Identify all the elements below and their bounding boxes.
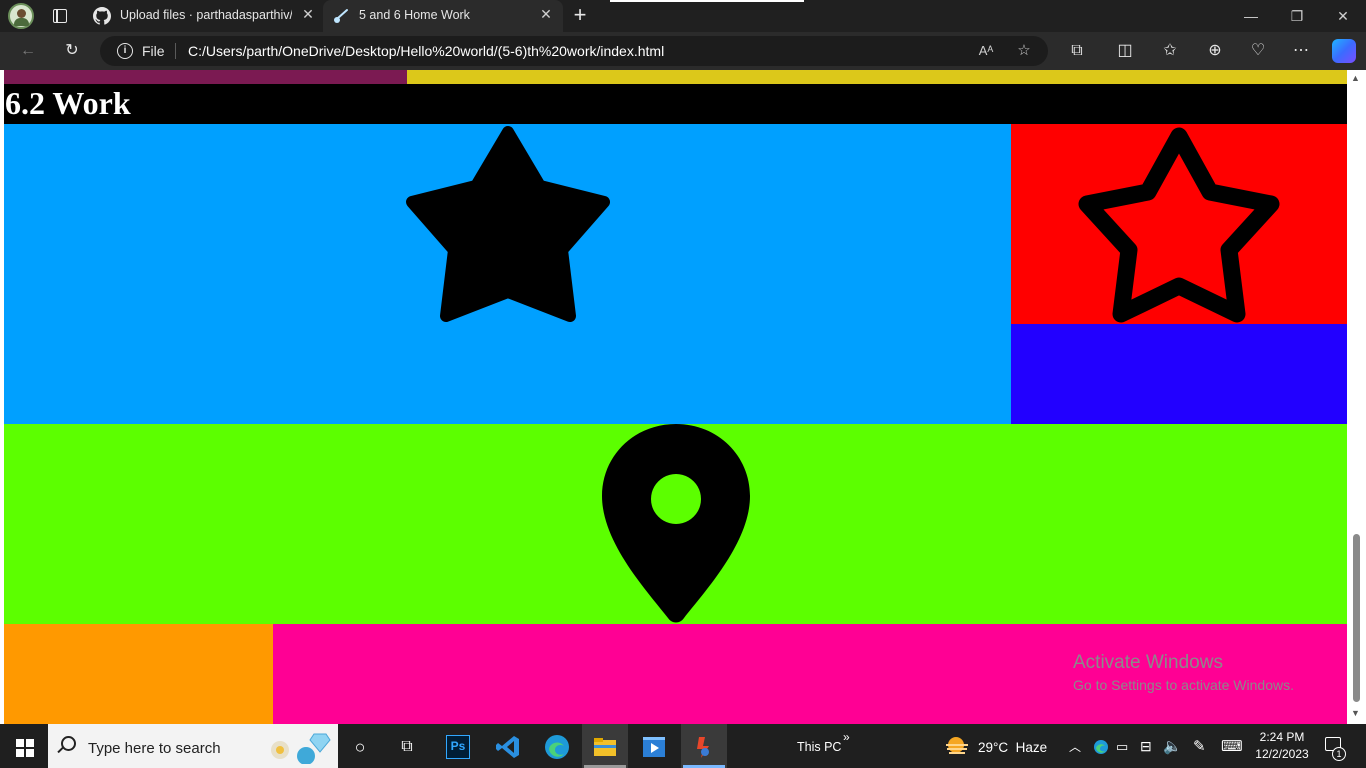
taskbar-search-box[interactable]: Type here to search — [48, 724, 338, 768]
activation-watermark-subtitle: Go to Settings to activate Windows. — [1073, 677, 1294, 693]
close-tab-icon[interactable]: ✕ — [300, 6, 316, 22]
search-highlight-art-icon — [271, 733, 331, 764]
orange-block — [4, 624, 273, 724]
favorites-icon[interactable]: ✩ — [1160, 41, 1180, 61]
extensions-icon[interactable]: ⧉ — [1067, 41, 1087, 61]
search-placeholder: Type here to search — [88, 740, 221, 757]
location-pin-icon — [602, 424, 750, 623]
cortana-icon[interactable]: ○ — [347, 734, 373, 760]
media-app-icon[interactable] — [641, 734, 667, 760]
red-block — [1011, 124, 1347, 324]
navigation-bar: ← ↻ i File C:/Users/parth/OneDrive/Deskt… — [0, 32, 1366, 70]
clock[interactable]: 2:24 PM 12/2/2023 — [1250, 729, 1314, 763]
indigo-block — [1011, 324, 1347, 424]
vertical-scrollbar[interactable]: ▲ ▼ — [1347, 70, 1366, 724]
favorite-star-icon[interactable]: ☆ — [1014, 42, 1034, 60]
scheme-label: File — [142, 43, 165, 59]
collections-icon[interactable]: ⊕ — [1205, 41, 1225, 61]
heading-bar: 6.2 Work — [4, 84, 1347, 124]
star-solid-icon — [406, 126, 610, 322]
refresh-icon[interactable]: ↻ — [62, 41, 82, 61]
page-viewport: 6.2 Work — [0, 70, 1366, 724]
battery-icon[interactable]: ▭ — [1116, 739, 1128, 755]
back-icon[interactable]: ← — [18, 41, 38, 61]
edge-tray-icon[interactable] — [1093, 739, 1109, 755]
profile-avatar[interactable] — [8, 3, 34, 29]
vscode-icon[interactable] — [495, 734, 521, 760]
magenta-block — [273, 624, 1347, 724]
close-tab-icon[interactable]: ✕ — [538, 6, 554, 22]
scroll-down-icon[interactable]: ▼ — [1351, 708, 1360, 718]
tab-home-work[interactable]: 5 and 6 Home Work ✕ — [323, 0, 563, 32]
browser-running-icon[interactable] — [691, 734, 717, 760]
pen-icon[interactable]: ✎ — [1193, 737, 1206, 755]
task-view-icon[interactable]: ⧉ — [394, 734, 420, 760]
toolbar-overflow-chevron[interactable]: » — [843, 730, 850, 744]
this-pc-toolbar[interactable]: This PC — [797, 740, 841, 754]
blue-block — [4, 124, 1011, 424]
divider — [175, 43, 176, 59]
time-text: 2:24 PM — [1259, 730, 1305, 744]
performance-icon[interactable]: ♡ — [1248, 41, 1268, 61]
touch-keyboard-icon[interactable]: ⌨ — [1221, 737, 1243, 755]
search-icon — [61, 736, 76, 751]
close-window-icon[interactable]: ✕ — [1333, 6, 1353, 26]
tab-loading-indicator — [610, 0, 804, 2]
page-title: 6.2 Work — [5, 85, 131, 121]
restore-icon[interactable]: ❐ — [1287, 6, 1307, 26]
edge-icon[interactable] — [544, 734, 570, 760]
weather-text[interactable]: 29°C Haze — [978, 740, 1047, 755]
new-tab-icon[interactable]: + — [569, 4, 591, 27]
network-icon[interactable]: ⊟ — [1140, 738, 1152, 755]
tab-title: 5 and 6 Home Work — [359, 8, 470, 22]
address-bar[interactable]: i File C:/Users/parth/OneDrive/Desktop/H… — [100, 36, 1048, 66]
windows-start-icon[interactable] — [16, 739, 34, 757]
read-aloud-icon[interactable]: Aᴬ — [976, 42, 996, 60]
notification-badge: 1 — [1332, 747, 1346, 761]
copilot-icon[interactable] — [1332, 39, 1356, 63]
activation-watermark-title: Activate Windows — [1073, 652, 1223, 673]
comet-icon — [334, 9, 348, 23]
date-text: 12/2/2023 — [1255, 747, 1309, 761]
taskbar: Type here to search ○ ⧉ Ps This PC » 29°… — [0, 724, 1366, 768]
volume-icon[interactable]: 🔈 — [1163, 737, 1182, 755]
weather-haze-icon[interactable] — [944, 736, 970, 756]
url-text[interactable]: C:/Users/parth/OneDrive/Desktop/Hello%20… — [188, 43, 664, 59]
split-screen-icon[interactable]: ◫ — [1115, 41, 1135, 61]
minimize-icon[interactable]: — — [1241, 6, 1261, 26]
tab-actions-icon[interactable] — [50, 6, 70, 26]
github-icon — [93, 7, 111, 25]
tab-upload-files[interactable]: Upload files · parthadasparthiv/5 ✕ — [82, 0, 322, 32]
info-icon[interactable]: i — [117, 43, 133, 59]
file-explorer-icon[interactable] — [592, 734, 618, 760]
tab-title: Upload files · parthadasparthiv/5 — [120, 8, 292, 22]
show-hidden-icons-icon[interactable]: ︿ — [1069, 738, 1081, 755]
star-outline-icon — [1078, 127, 1280, 323]
photoshop-icon[interactable]: Ps — [446, 735, 470, 759]
color-strip-right — [407, 70, 1347, 84]
green-block — [4, 424, 1347, 624]
page-content: 6.2 Work — [4, 70, 1347, 724]
scrollbar-thumb[interactable] — [1353, 534, 1360, 702]
more-menu-icon[interactable]: ⋯ — [1291, 41, 1311, 61]
scroll-up-icon[interactable]: ▲ — [1351, 73, 1360, 83]
tab-strip: Upload files · parthadasparthiv/5 ✕ 5 an… — [0, 0, 1366, 32]
color-strip-left — [4, 70, 407, 84]
notifications-icon[interactable]: 1 — [1325, 737, 1346, 761]
